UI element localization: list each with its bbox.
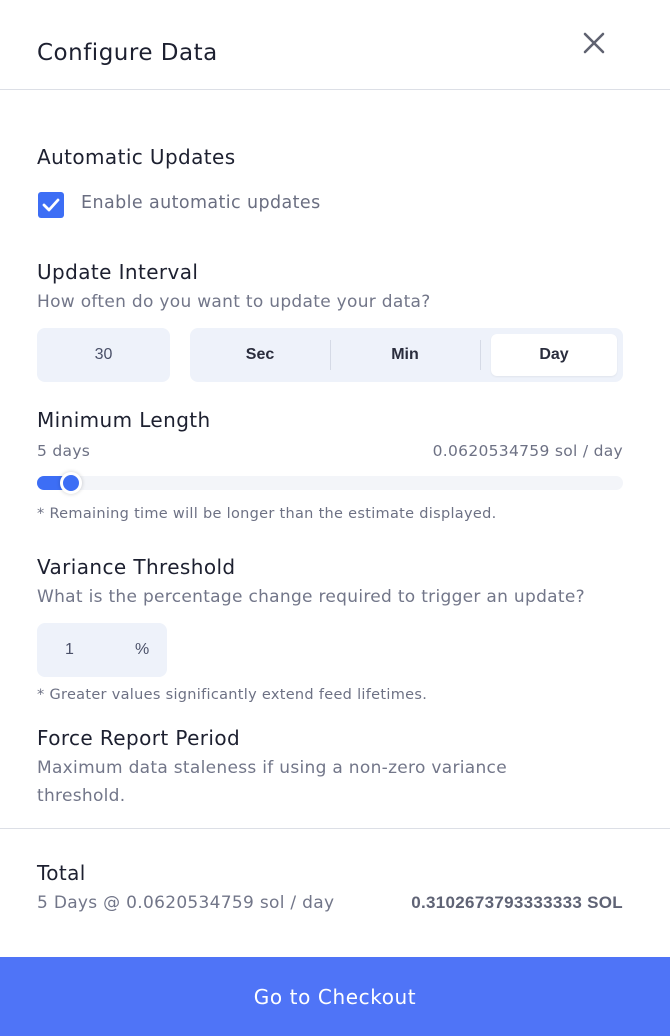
segment-divider bbox=[480, 340, 481, 370]
minimum-length-note: * Remaining time will be longer than the… bbox=[37, 506, 497, 522]
total-amount: 0.3102673793333333 SOL bbox=[411, 893, 623, 912]
update-interval-heading: Update Interval bbox=[37, 260, 199, 284]
checkmark-icon bbox=[42, 198, 60, 212]
variance-value: 1 bbox=[65, 641, 74, 658]
modal-header: Configure Data bbox=[0, 0, 670, 90]
percent-unit: % bbox=[135, 641, 150, 658]
unit-option-sec[interactable]: Sec bbox=[190, 334, 330, 376]
minimum-length-rate: 0.0620534759 sol / day bbox=[432, 442, 623, 460]
variance-threshold-heading: Variance Threshold bbox=[37, 555, 236, 579]
minimum-length-heading: Minimum Length bbox=[37, 408, 211, 432]
variance-threshold-description: What is the percentage change required t… bbox=[37, 587, 585, 607]
slider-handle[interactable] bbox=[59, 472, 82, 494]
unit-option-day[interactable]: Day bbox=[491, 334, 617, 376]
total-summary: 5 Days @ 0.0620534759 sol / day bbox=[37, 893, 335, 913]
variance-threshold-input[interactable]: 1 % bbox=[37, 623, 167, 677]
minimum-length-value: 5 days bbox=[37, 442, 91, 460]
close-icon[interactable] bbox=[580, 29, 608, 57]
interval-value-input[interactable]: 30 bbox=[37, 328, 170, 382]
force-report-period-description: Maximum data staleness if using a non-ze… bbox=[37, 758, 507, 806]
total-heading: Total bbox=[37, 861, 86, 885]
enable-automatic-updates-label[interactable]: Enable automatic updates bbox=[81, 193, 321, 213]
unit-option-min[interactable]: Min bbox=[330, 334, 480, 376]
interval-unit-selector: Sec Min Day bbox=[190, 328, 623, 382]
automatic-updates-heading: Automatic Updates bbox=[37, 145, 236, 169]
update-interval-description: How often do you want to update your dat… bbox=[37, 292, 431, 312]
section-divider bbox=[0, 828, 670, 829]
variance-threshold-note: * Greater values significantly extend fe… bbox=[37, 687, 428, 703]
checkout-button[interactable]: Go to Checkout bbox=[0, 957, 670, 1036]
force-report-period-heading: Force Report Period bbox=[37, 726, 241, 750]
minimum-length-slider[interactable] bbox=[37, 476, 623, 490]
enable-automatic-updates-checkbox[interactable] bbox=[38, 192, 64, 218]
modal-title: Configure Data bbox=[37, 40, 218, 66]
